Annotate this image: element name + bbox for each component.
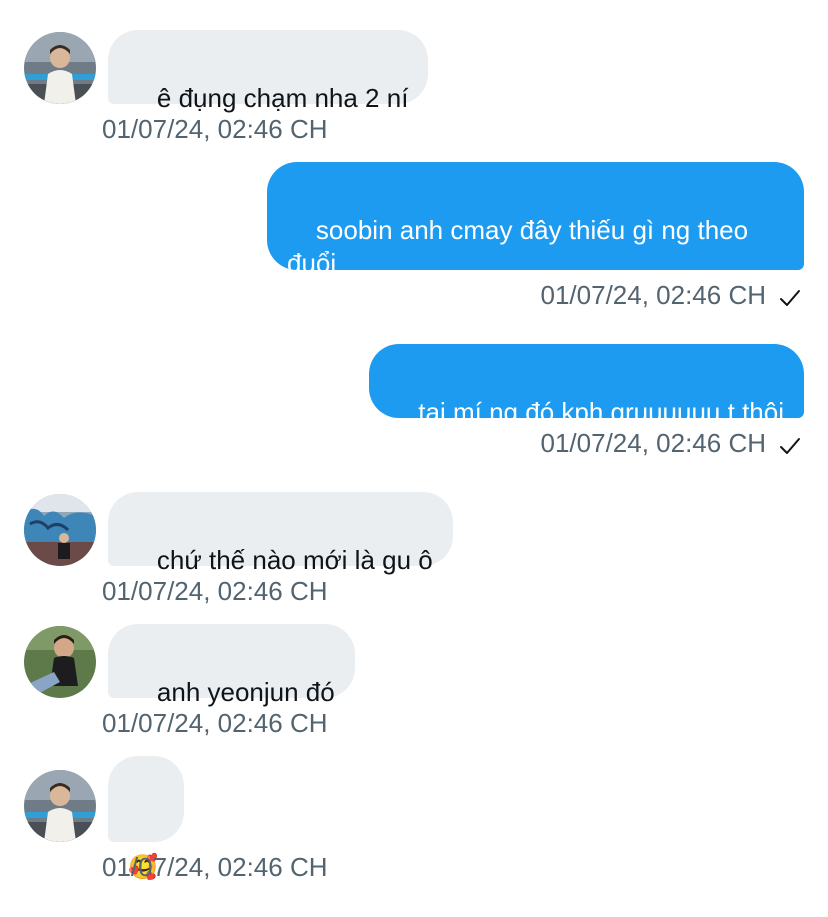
message-text: anh yeonjun đó bbox=[156, 677, 335, 707]
message-bubble[interactable]: tại mí ng đó kph gruuuuuu t thôi bbox=[369, 344, 804, 427]
message-text: ê đụng chạm nha 2 ní bbox=[156, 83, 409, 113]
message-text: tại mí ng đó kph gruuuuuu t thôi bbox=[418, 397, 784, 427]
message-timestamp: 01/07/24, 02:46 CH bbox=[102, 708, 328, 738]
check-icon bbox=[780, 438, 800, 454]
message-bubble[interactable]: soobin anh cmay đây thiếu gì ng theo đuổ… bbox=[267, 162, 804, 278]
message-bubble[interactable]: ê đụng chạm nha 2 ní bbox=[108, 30, 429, 113]
message-timestamp: 01/07/24, 02:46 CH bbox=[540, 428, 767, 458]
avatar[interactable] bbox=[24, 770, 96, 842]
message-bubble[interactable]: anh yeonjun đó bbox=[108, 624, 355, 707]
message-bubble[interactable]: 🥰 bbox=[108, 756, 184, 881]
avatar[interactable] bbox=[24, 494, 96, 566]
message-text: soobin anh cmay đây thiếu gì ng theo đuổ… bbox=[287, 215, 756, 278]
message-bubble[interactable]: chứ thế nào mới là gu ô bbox=[108, 492, 453, 575]
avatar-photo bbox=[24, 494, 96, 566]
message-timestamp: 01/07/24, 02:46 CH bbox=[102, 852, 328, 882]
avatar-photo bbox=[24, 770, 96, 842]
avatar-photo bbox=[24, 626, 96, 698]
avatar[interactable] bbox=[24, 626, 96, 698]
check-icon bbox=[780, 290, 800, 306]
avatar-photo bbox=[24, 32, 96, 104]
message-timestamp: 01/07/24, 02:46 CH bbox=[540, 280, 767, 310]
message-timestamp: 01/07/24, 02:46 CH bbox=[102, 576, 328, 606]
avatar[interactable] bbox=[24, 32, 96, 104]
message-text: chứ thế nào mới là gu ô bbox=[156, 545, 433, 575]
message-timestamp: 01/07/24, 02:46 CH bbox=[102, 114, 328, 144]
